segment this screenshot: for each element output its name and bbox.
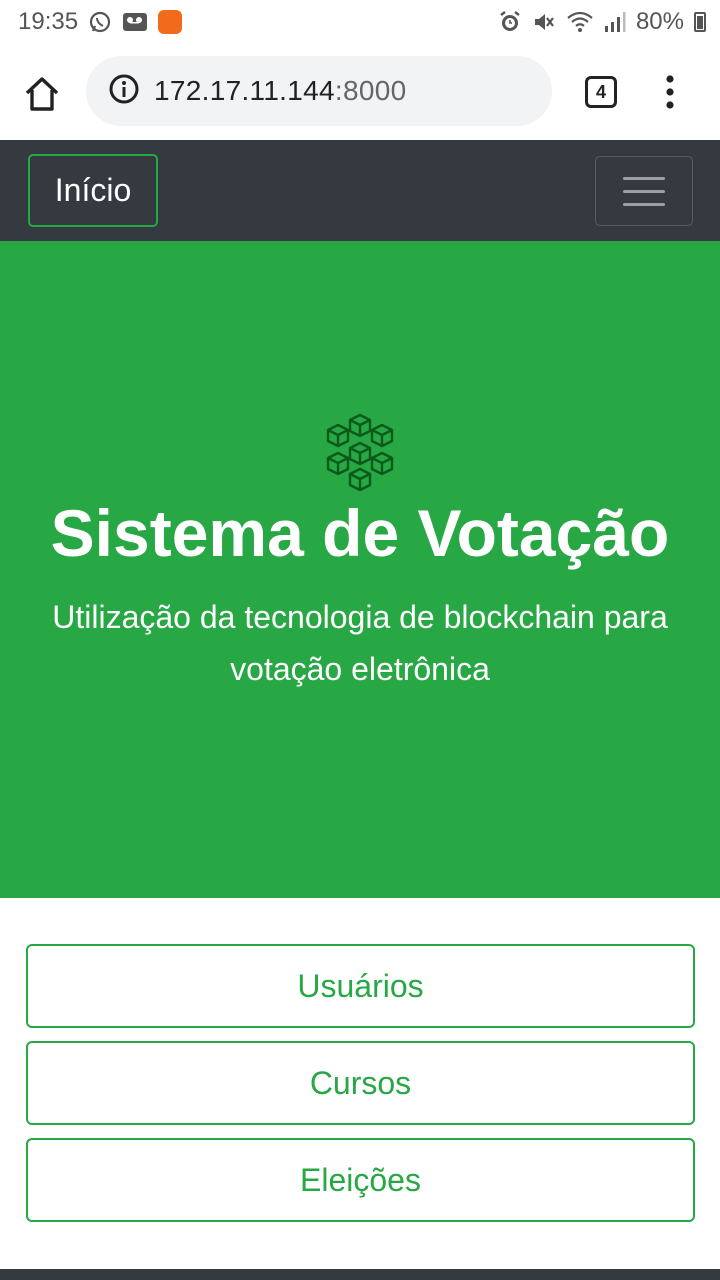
hamburger-line [623, 176, 665, 180]
mute-icon [532, 10, 556, 34]
blockchain-icon [318, 413, 402, 493]
footer [0, 1269, 720, 1280]
tab-count: 4 [595, 81, 606, 102]
section-buttons: Usuários Cursos Eleições [26, 944, 695, 1235]
url-text[interactable]: 172.17.11.144:8000 [154, 75, 406, 107]
hero-banner: Sistema de Votação Utilização da tecnolo… [0, 241, 720, 898]
navbar: Início [0, 140, 720, 241]
signal-icon [604, 11, 626, 33]
wifi-icon [566, 10, 594, 34]
status-time: 19:35 [18, 8, 79, 35]
status-left: 19:35 [18, 8, 183, 36]
address-bar[interactable]: 172.17.11.144:8000 [86, 56, 552, 126]
home-nav-button[interactable]: Início [28, 154, 158, 227]
elections-button[interactable]: Eleições [26, 1138, 695, 1222]
browser-toolbar: 172.17.11.144:8000 4 [0, 44, 720, 140]
battery-icon [694, 12, 706, 32]
home-icon[interactable] [22, 74, 62, 114]
voicemail-icon [122, 11, 148, 33]
battery-percent: 80% [635, 8, 684, 35]
whatsapp-icon [88, 10, 112, 34]
url-host: 172.17.11.144 [154, 75, 335, 106]
more-options-icon[interactable] [660, 72, 680, 112]
users-button[interactable]: Usuários [26, 944, 695, 1028]
status-bar: 19:35 80% [0, 0, 720, 44]
courses-button[interactable]: Cursos [26, 1041, 695, 1125]
alarm-icon [498, 10, 522, 34]
page-title: Sistema de Votação [50, 496, 670, 570]
hamburger-line [623, 202, 665, 206]
status-right: 80% [498, 8, 706, 36]
url-port: :8000 [334, 75, 407, 106]
hamburger-line [623, 189, 665, 193]
page-subtitle: Utilização da tecnologia de blockchain p… [52, 599, 668, 687]
mi-app-icon [158, 10, 183, 34]
info-icon[interactable] [108, 73, 140, 110]
navbar-toggler-button[interactable] [595, 156, 693, 226]
tab-switcher-button[interactable]: 4 [585, 76, 617, 108]
